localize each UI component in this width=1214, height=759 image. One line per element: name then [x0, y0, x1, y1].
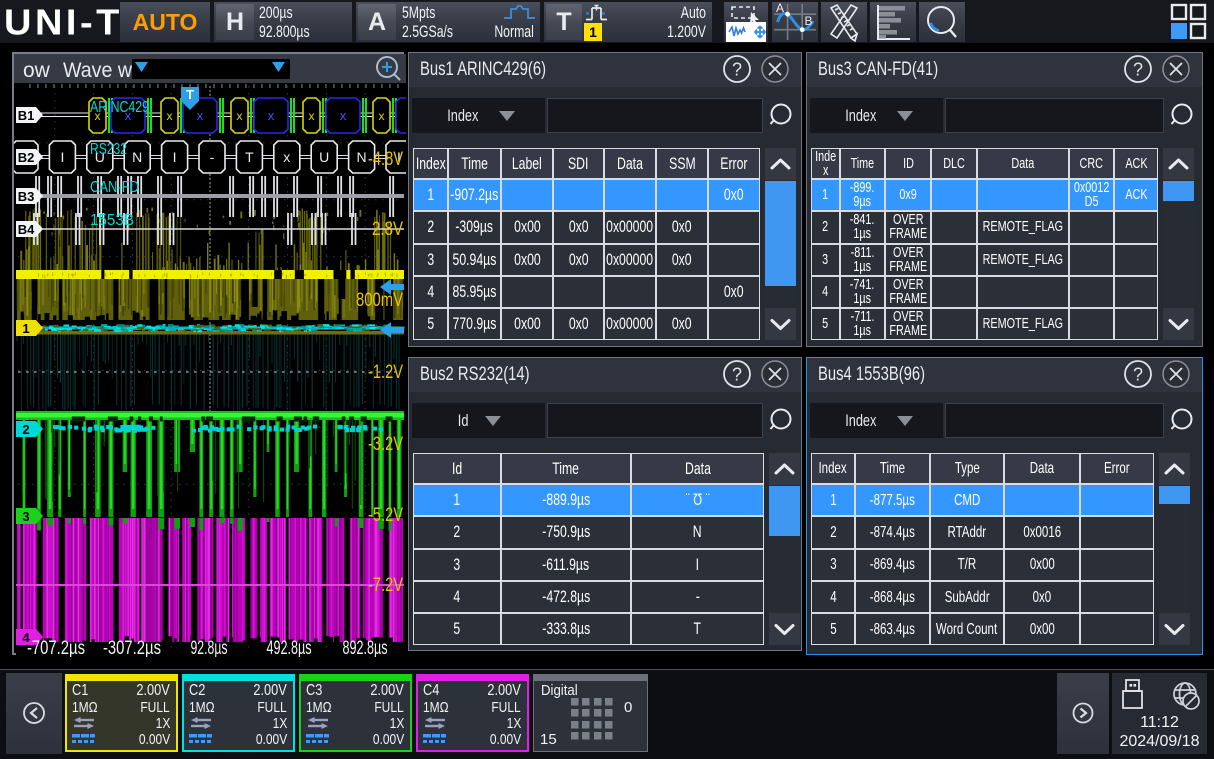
svg-text:-5.2V: -5.2V: [368, 505, 403, 526]
svg-text:1553B: 1553B: [90, 212, 134, 229]
svg-text:U: U: [319, 149, 329, 165]
svg-text:CAN-FD: CAN-FD: [90, 179, 139, 196]
svg-text:?: ?: [732, 60, 742, 80]
svg-text:492.8µs: 492.8µs: [267, 638, 312, 657]
svg-text:ow: ow: [23, 59, 51, 82]
svg-text:T: T: [186, 87, 194, 102]
svg-text:Wave w: Wave w: [63, 59, 133, 82]
svg-text:-707.2µs: -707.2µs: [27, 638, 85, 657]
svg-text:x: x: [167, 109, 173, 123]
svg-text:2.8V: 2.8V: [372, 219, 403, 240]
svg-text:T: T: [245, 149, 254, 165]
svg-text:x: x: [197, 108, 204, 123]
svg-text:?: ?: [732, 365, 742, 385]
svg-text:x: x: [237, 109, 243, 123]
svg-text:92.8µs: 92.8µs: [191, 638, 228, 657]
svg-text:B: B: [805, 14, 813, 28]
svg-text:B2: B2: [18, 150, 35, 165]
svg-text:x: x: [379, 109, 385, 123]
svg-text:B4: B4: [18, 222, 35, 237]
svg-text:?: ?: [1133, 60, 1143, 80]
svg-text:B1: B1: [18, 108, 35, 123]
svg-text:x: x: [340, 108, 347, 123]
svg-text:-: -: [210, 149, 215, 165]
svg-text:RS232: RS232: [90, 141, 127, 158]
svg-text:-3.2V: -3.2V: [368, 434, 403, 455]
svg-text:I: I: [60, 149, 64, 165]
svg-text:-307.2µs: -307.2µs: [103, 638, 161, 657]
svg-text:-7.2V: -7.2V: [368, 575, 403, 596]
svg-text:x: x: [268, 108, 275, 123]
svg-text:I: I: [173, 149, 177, 165]
svg-text:N: N: [357, 149, 367, 165]
svg-text:x: x: [309, 109, 315, 123]
svg-text:800mV: 800mV: [356, 290, 403, 311]
svg-text:-4.8V: -4.8V: [368, 149, 403, 170]
svg-text:ARINC429: ARINC429: [90, 99, 149, 116]
svg-text:A: A: [776, 2, 784, 15]
svg-text:3: 3: [22, 509, 29, 524]
svg-text:x: x: [283, 149, 290, 165]
svg-text:2: 2: [22, 422, 29, 437]
svg-text:B3: B3: [18, 189, 35, 204]
svg-text:-1.2V: -1.2V: [368, 362, 403, 383]
svg-text:N: N: [132, 149, 142, 165]
svg-text:1: 1: [22, 321, 29, 336]
svg-text:892.8µs: 892.8µs: [343, 638, 388, 657]
svg-text:?: ?: [1133, 365, 1143, 385]
